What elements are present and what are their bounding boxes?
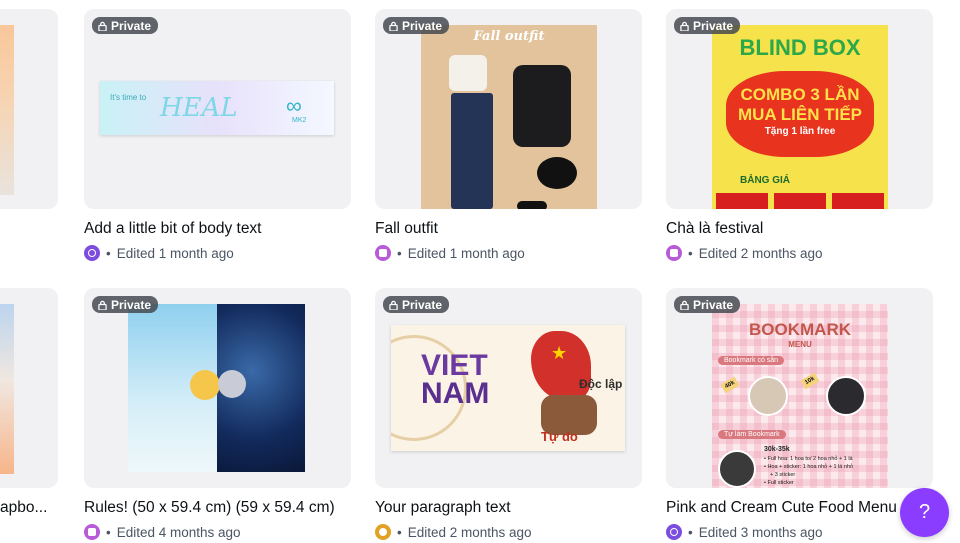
- partial-card-bottom[interactable]: [0, 288, 58, 488]
- design-thumbnail[interactable]: Private Fall outfit: [375, 9, 642, 209]
- avatar: [84, 524, 100, 540]
- design-card[interactable]: Private It's time to HEAL ∞ MK2 Add a li…: [84, 9, 351, 264]
- design-thumbnail[interactable]: Private BLIND BOX COMBO 3 LẦN MUA LIÊN T…: [666, 9, 933, 209]
- bag-shape: [537, 157, 577, 189]
- bookmark-photo: [718, 450, 756, 488]
- design-thumbnail[interactable]: Private VIET NAM ★ Độc lập Tự do: [375, 288, 642, 488]
- design-art: [128, 304, 305, 472]
- design-title[interactable]: Pink and Cream Cute Food Menu: [666, 499, 897, 517]
- private-badge: Private: [674, 296, 741, 313]
- lock-icon: [389, 300, 398, 310]
- avatar: [666, 245, 682, 261]
- design-art: BLIND BOX COMBO 3 LẦN MUA LIÊN TIẾP Tặng…: [712, 25, 888, 209]
- avatar: [375, 245, 391, 261]
- design-title[interactable]: Add a little bit of body text: [84, 220, 262, 238]
- edited-meta: • Edited 1 month ago: [375, 245, 525, 261]
- infinity-icon: ∞: [286, 93, 302, 118]
- blouse-shape: [449, 55, 487, 91]
- design-thumbnail[interactable]: Private BOOKMARK MENU Bookmark có sẵn 40…: [666, 288, 933, 488]
- lock-icon: [680, 21, 689, 31]
- design-thumbnail[interactable]: Private It's time to HEAL ∞ MK2: [84, 9, 351, 209]
- moon-shape: [218, 370, 246, 398]
- price-box: [774, 193, 826, 209]
- edited-meta: • Edited 2 months ago: [375, 524, 532, 540]
- partial-card-top[interactable]: [0, 9, 58, 209]
- avatar: [84, 245, 100, 261]
- design-title[interactable]: Fall outfit: [375, 220, 438, 238]
- design-art: Fall outfit: [421, 25, 597, 209]
- sweater-shape: [513, 65, 571, 147]
- design-card[interactable]: Private VIET NAM ★ Độc lập Tự do Your pa…: [375, 288, 642, 543]
- partial-card-title[interactable]: apbo...: [0, 499, 47, 517]
- design-title[interactable]: Rules! (50 x 59.4 cm) (59 x 59.4 cm): [84, 499, 335, 517]
- private-badge: Private: [383, 296, 450, 313]
- design-title[interactable]: Chà là festival: [666, 220, 763, 238]
- design-art: VIET NAM ★ Độc lập Tự do: [391, 325, 625, 451]
- private-badge: Private: [92, 296, 159, 313]
- design-title[interactable]: Your paragraph text: [375, 499, 511, 517]
- design-card[interactable]: Private BLIND BOX COMBO 3 LẦN MUA LIÊN T…: [666, 9, 933, 264]
- shoe-shape: [517, 201, 547, 209]
- design-card[interactable]: Private BOOKMARK MENU Bookmark có sẵn 40…: [666, 288, 933, 543]
- partial-thumb-art: [0, 25, 14, 195]
- lock-icon: [98, 21, 107, 31]
- lock-icon: [389, 21, 398, 31]
- help-button[interactable]: ?: [900, 488, 949, 537]
- design-art: It's time to HEAL ∞ MK2: [100, 81, 334, 135]
- sun-shape: [190, 370, 220, 400]
- design-card[interactable]: Private Fall outfit Fall outfit • Edited …: [375, 9, 642, 264]
- edited-meta: • Edited 1 month ago: [84, 245, 234, 261]
- bookmark-photo: [748, 376, 788, 416]
- lock-icon: [98, 300, 107, 310]
- private-badge: Private: [383, 17, 450, 34]
- price-box: [832, 193, 884, 209]
- lock-icon: [680, 300, 689, 310]
- price-box: [716, 193, 768, 209]
- jeans-shape: [451, 93, 493, 209]
- avatar: [666, 524, 682, 540]
- partial-thumb-art: [0, 304, 14, 474]
- question-mark-icon: ?: [918, 501, 931, 523]
- private-badge: Private: [674, 17, 741, 34]
- avatar: [375, 524, 391, 540]
- star-icon: ★: [551, 343, 568, 363]
- edited-meta: • Edited 2 months ago: [666, 245, 823, 261]
- design-card[interactable]: Private Rules! (50 x 59.4 cm) (59 x 59.4…: [84, 288, 351, 543]
- edited-meta: • Edited 4 months ago: [84, 524, 241, 540]
- design-art: BOOKMARK MENU Bookmark có sẵn 40k 10k Tự…: [712, 304, 888, 488]
- bookmark-photo: [826, 376, 866, 416]
- design-thumbnail[interactable]: Private: [84, 288, 351, 488]
- private-badge: Private: [92, 17, 159, 34]
- edited-meta: • Edited 3 months ago: [666, 524, 823, 540]
